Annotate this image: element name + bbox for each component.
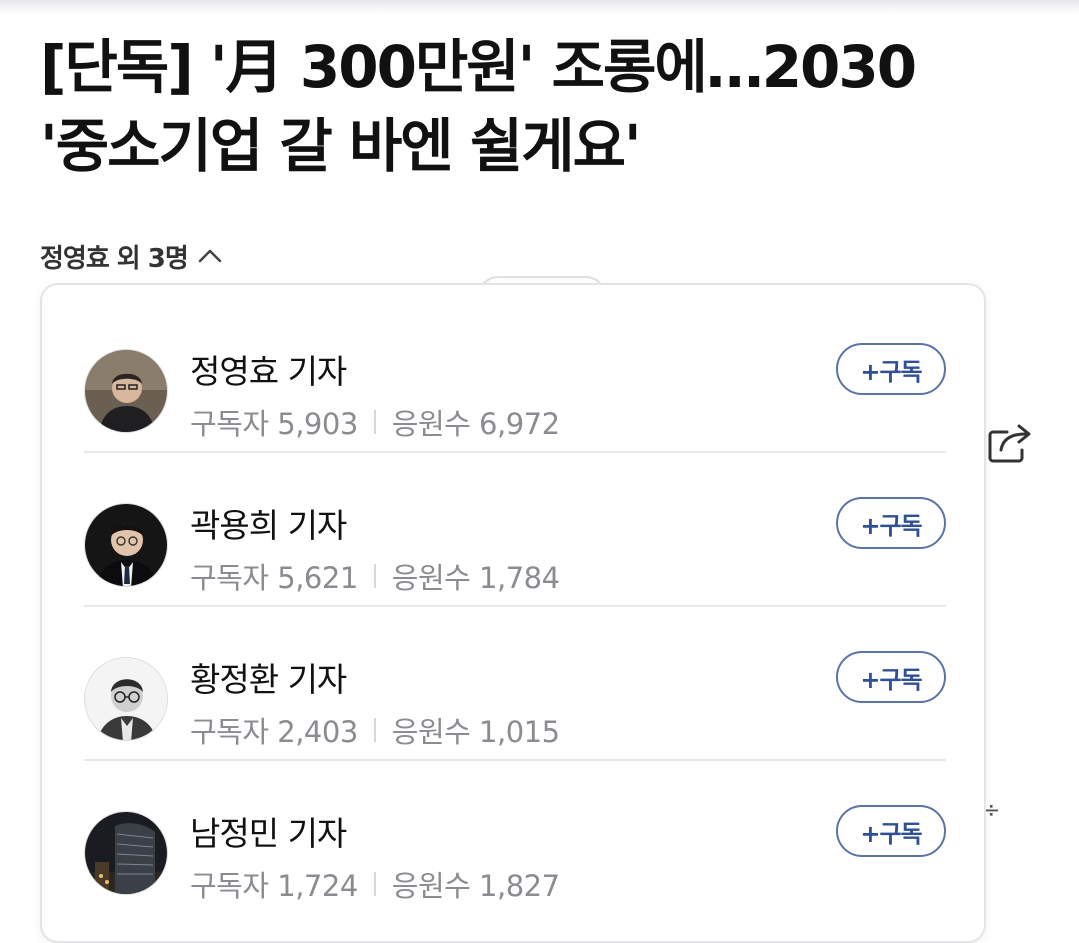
reporter-name[interactable]: 황정환 기자	[190, 653, 347, 701]
reporter-list-popup: 정영효 기자 구독자 5,903 응원수 6,972 +구독 곽용희 기자 구독…	[40, 283, 986, 943]
article-headline: [단독] '月 300만원' 조롱에…2030 '중소기업 갈 바엔 쉴게요'	[40, 28, 1040, 186]
subscriber-count: 구독자 5,621	[190, 561, 358, 595]
reporter-stats: 구독자 5,621 응원수 1,784	[190, 555, 560, 597]
reporter-row[interactable]: 곽용희 기자 구독자 5,621 응원수 1,784 +구독	[84, 453, 946, 607]
reporter-row[interactable]: 정영효 기자 구독자 5,903 응원수 6,972 +구독	[84, 299, 946, 453]
cheer-count: 응원수 1,827	[391, 869, 560, 903]
reporter-avatar	[84, 657, 168, 741]
stat-separator	[373, 718, 376, 742]
subscriber-count: 구독자 2,403	[190, 715, 358, 749]
subscriber-count: 구독자 1,724	[190, 869, 358, 903]
reporter-stats: 구독자 2,403 응원수 1,015	[190, 709, 560, 751]
reporter-avatar	[84, 811, 168, 895]
reporter-name[interactable]: 남정민 기자	[190, 807, 347, 855]
cheer-count: 응원수 1,784	[391, 561, 560, 595]
reporter-name[interactable]: 정영효 기자	[190, 345, 347, 393]
headline-line-2: '중소기업 갈 바엔 쉴게요'	[40, 112, 642, 180]
subscribe-button[interactable]: +구독	[836, 343, 946, 395]
stat-separator	[373, 872, 376, 896]
subscriber-count: 구독자 5,903	[190, 407, 358, 441]
reporter-row[interactable]: 남정민 기자 구독자 1,724 응원수 1,827 +구독	[84, 761, 946, 915]
reporter-row[interactable]: 황정환 기자 구독자 2,403 응원수 1,015 +구독	[84, 607, 946, 761]
cheer-count: 응원수 6,972	[391, 407, 560, 441]
top-shadow-bar	[0, 0, 1079, 14]
reporter-stats: 구독자 5,903 응원수 6,972	[190, 401, 560, 443]
byline-text: 정영효 외 3명	[40, 243, 189, 274]
reporter-avatar	[84, 349, 168, 433]
stat-separator	[373, 410, 376, 434]
reporter-stats: 구독자 1,724 응원수 1,827	[190, 863, 560, 905]
byline-toggle[interactable]: 정영효 외 3명	[40, 236, 224, 276]
share-icon[interactable]	[985, 418, 1037, 466]
subscribe-button[interactable]: +구독	[836, 805, 946, 857]
chevron-up-icon	[198, 249, 222, 263]
stat-separator	[373, 564, 376, 588]
subscribe-button[interactable]: +구독	[836, 651, 946, 703]
reporter-name[interactable]: 곽용희 기자	[190, 499, 347, 547]
cheer-count: 응원수 1,015	[391, 715, 560, 749]
subscribe-button[interactable]: +구독	[836, 497, 946, 549]
headline-line-1: [단독] '月 300만원' 조롱에…2030	[40, 33, 917, 101]
reporter-avatar	[84, 503, 168, 587]
